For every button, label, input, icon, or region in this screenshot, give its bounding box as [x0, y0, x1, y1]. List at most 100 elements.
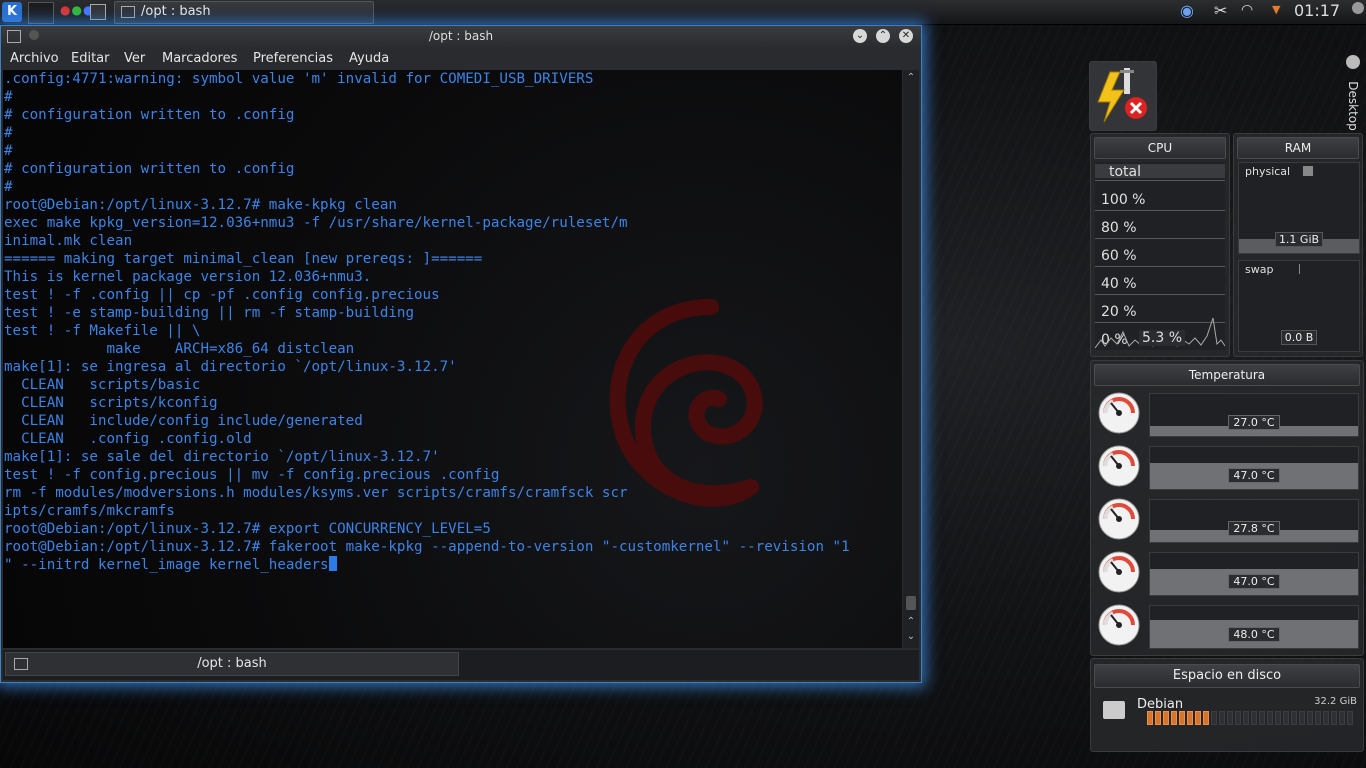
thermometer-gauge-icon	[1098, 445, 1140, 487]
thermometer-gauge-icon	[1098, 392, 1140, 434]
temperature-value-text: 47.0 °C	[1228, 468, 1280, 483]
temperature-history-graph: 47.0 °C	[1149, 446, 1359, 490]
menu-archivo[interactable]: Archivo	[10, 51, 59, 66]
ram-swap-value-text: 0.0 B	[1280, 330, 1318, 345]
temperature-value-text: 48.0 °C	[1228, 627, 1280, 642]
maximize-button[interactable]: ⌃	[876, 29, 890, 43]
temperature-value-text: 27.8 °C	[1228, 521, 1280, 536]
grid-line	[1095, 266, 1225, 267]
temperature-sensor-row: 27.0 °C	[1095, 389, 1359, 439]
terminal-line: rm -f modules/modversions.h modules/ksym…	[4, 485, 628, 501]
desktop-tab-label: Desktop	[1346, 81, 1360, 131]
show-desktop-icon[interactable]	[90, 4, 106, 20]
menubar: Archivo Editar Ver Marcadores Preferenci…	[1, 48, 921, 70]
tray-expand-icon[interactable]: ▼	[1272, 3, 1280, 16]
taskbar-item-konsole[interactable]: /opt : bash	[114, 1, 374, 24]
disk-title: Espacio en disco	[1094, 664, 1360, 688]
menu-editar[interactable]: Editar	[71, 51, 110, 66]
cpu-current-value: 5.3 %	[1139, 330, 1186, 346]
disk-usage-segment	[1267, 711, 1273, 725]
wifi-icon[interactable]: ◠	[1241, 2, 1253, 18]
temperature-value: 48.0 °C	[1150, 627, 1358, 642]
minimize-button[interactable]: ⌄	[853, 29, 867, 43]
ram-swap-value: 0.0 B	[1239, 330, 1359, 345]
terminal-line: #	[4, 89, 13, 105]
temperature-value: 27.8 °C	[1150, 521, 1358, 536]
ram-monitor-widget[interactable]: RAM physical 1.1 GiB swap 0.0 B	[1233, 133, 1363, 357]
clock[interactable]: 01:17	[1294, 1, 1340, 20]
disk-usage-segment	[1299, 711, 1305, 725]
temperature-value: 47.0 °C	[1150, 468, 1358, 483]
terminal-line: .config:4771:warning: symbol value 'm' i…	[4, 71, 594, 87]
grid-line	[1095, 294, 1225, 295]
tab-bash[interactable]: /opt : bash	[5, 652, 459, 676]
scissors-icon[interactable]: ✂	[1214, 1, 1227, 20]
thermometer-gauge-icon	[1098, 604, 1140, 646]
cashew-icon[interactable]	[1346, 55, 1360, 69]
window-title: /opt : bash	[428, 29, 494, 43]
terminal-line: test ! -f .config || cp -pf .config conf…	[4, 287, 440, 303]
temperature-history-graph: 48.0 °C	[1149, 605, 1359, 649]
disk-usage-segment	[1171, 711, 1177, 725]
desktop-toolbox-tab[interactable]: Desktop	[1343, 55, 1363, 135]
ram-physical-label: physical	[1245, 165, 1291, 178]
disk-usage-segment	[1251, 711, 1257, 725]
disk-name: Debian	[1137, 697, 1184, 712]
terminal-line: #	[4, 143, 13, 159]
ram-physical-graph: physical 1.1 GiB	[1238, 162, 1360, 254]
power-widget[interactable]	[1089, 61, 1157, 131]
grid-line	[1095, 210, 1225, 211]
cpu-scale-80: 80 %	[1101, 220, 1137, 236]
disk-usage-segment	[1259, 711, 1265, 725]
disk-usage-segment	[1147, 711, 1153, 725]
terminal-line: " --initrd kernel_image kernel_headers	[4, 557, 329, 573]
menu-ayuda[interactable]: Ayuda	[349, 51, 389, 66]
scroll-up-icon[interactable]: ⌃	[905, 72, 917, 84]
disk-usage-segment	[1323, 711, 1329, 725]
temperature-widget[interactable]: Temperatura 27.0 °C 47.0 °C 27.8 °C 47.0 °C…	[1090, 360, 1364, 656]
menu-ver[interactable]: Ver	[124, 51, 145, 66]
desktop-pager[interactable]	[28, 2, 54, 24]
temperature-history-graph: 27.0 °C	[1149, 393, 1359, 437]
terminal-line: root@Debian:/opt/linux-3.12.7# export CO…	[4, 521, 491, 537]
cpu-monitor-widget[interactable]: CPU total 100 % 80 % 60 % 40 % 20 % 0 % …	[1090, 133, 1230, 357]
disk-usage-segment	[1179, 711, 1185, 725]
globe-icon[interactable]: ◉	[1180, 1, 1194, 20]
cpu-scale-100: 100 %	[1101, 192, 1146, 208]
menu-marcadores[interactable]: Marcadores	[162, 51, 237, 66]
tab-label: /opt : bash	[197, 656, 267, 671]
window-titlebar[interactable]: /opt : bash ⌄ ⌃ ✕	[1, 26, 921, 48]
temperature-history-graph: 47.0 °C	[1149, 552, 1359, 596]
temperature-sensor-row: 47.0 °C	[1095, 442, 1359, 492]
disk-space-widget[interactable]: Espacio en disco Debian 32.2 GiB	[1090, 658, 1364, 752]
terminal-line: make[1]: se ingresa al directorio `/opt/…	[4, 359, 457, 375]
cashew-icon[interactable]	[1352, 2, 1364, 14]
terminal-line: CLEAN scripts/basic	[4, 377, 201, 393]
thermometer-gauge-icon	[1098, 498, 1140, 540]
disk-usage-segment	[1163, 711, 1169, 725]
close-button[interactable]: ✕	[899, 29, 913, 43]
terminal-line: ipts/cramfs/mkcramfs	[4, 503, 175, 519]
disk-usage-segment	[1227, 711, 1233, 725]
terminal-cursor	[328, 556, 337, 571]
cpu-scale-60: 60 %	[1101, 248, 1137, 264]
grid-line	[1095, 238, 1225, 239]
cpu-graph: total 100 % 80 % 60 % 40 % 20 % 0 % 5.3 …	[1095, 162, 1225, 350]
terminal-line: CLEAN .config .config.old	[4, 431, 252, 447]
terminal-area[interactable]: .config:4771:warning: symbol value 'm' i…	[3, 70, 902, 648]
temperature-title: Temperatura	[1094, 364, 1360, 386]
scroll-down-icon[interactable]: ⌄	[905, 631, 917, 643]
terminal-scrollbar[interactable]: ⌃ ⌃ ⌄	[903, 70, 919, 648]
terminal-line: # configuration written to .config	[4, 161, 295, 177]
terminal-line: test ! -f Makefile || \	[4, 323, 201, 339]
disk-size: 32.2 GiB	[1314, 696, 1357, 707]
scroll-up-small-icon[interactable]: ⌃	[905, 616, 917, 628]
disk-usage-segment	[1187, 711, 1193, 725]
scrollbar-thumb[interactable]	[906, 596, 916, 610]
application-launcher-button[interactable]: K	[2, 2, 22, 22]
terminal-icon	[121, 5, 135, 18]
cpu-title: CPU	[1094, 137, 1226, 159]
menu-preferencias[interactable]: Preferencias	[253, 51, 333, 66]
terminal-line: make ARCH=x86_64 distclean	[4, 341, 355, 357]
disk-usage-segment	[1211, 711, 1217, 725]
